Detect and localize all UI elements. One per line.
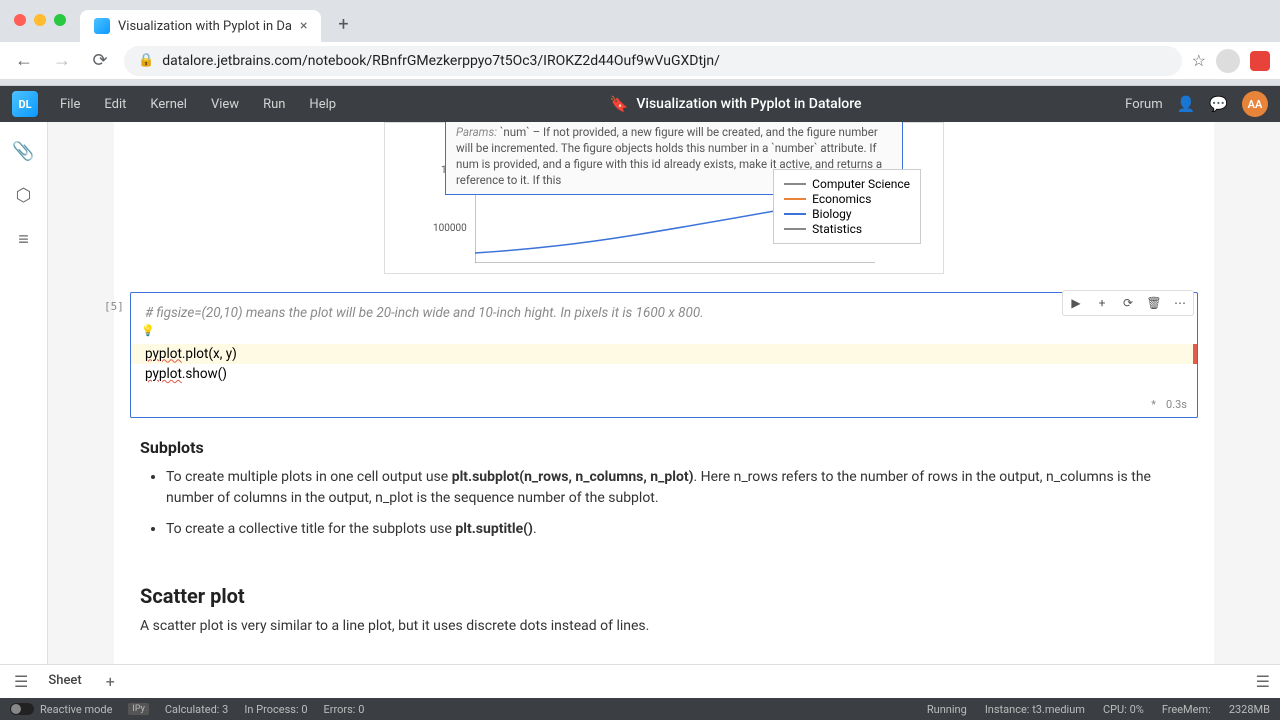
- tab-close-icon[interactable]: ×: [300, 18, 307, 34]
- main-area: 📎 ⬡ ≡ Params: `num` – If not provided, a…: [0, 122, 1280, 664]
- code-cell[interactable]: [5] ▶ + ⟳ 🗑 ⋯ # figsize=(20,10) means th…: [130, 292, 1198, 418]
- sheet-bar: ☰ Sheet + ☰: [0, 664, 1280, 698]
- code-line: [145, 323, 1183, 343]
- status-mem: 2328MB: [1229, 703, 1270, 716]
- status-freemem: FreeMem:: [1162, 703, 1211, 716]
- code-editor[interactable]: # figsize=(20,10) means the plot will be…: [131, 293, 1197, 394]
- y-tick: 100000: [433, 223, 467, 234]
- md-heading: Subplots: [140, 438, 1188, 457]
- kernel-badge: IPy: [128, 703, 148, 715]
- url-input[interactable]: 🔒 datalore.jetbrains.com/notebook/RBnfrG…: [124, 46, 1182, 76]
- status-inprocess: In Process: 0: [244, 703, 307, 716]
- refresh-cell-icon[interactable]: ⟳: [1117, 293, 1139, 313]
- browser-tab[interactable]: Visualization with Pyplot in Da ×: [80, 10, 321, 42]
- legend-item: Economics: [784, 192, 910, 206]
- attachments-icon[interactable]: 📎: [13, 140, 35, 162]
- comment-icon[interactable]: 💬: [1209, 95, 1228, 113]
- menu-run[interactable]: Run: [253, 93, 295, 116]
- code-line: # figsize=(20,10) means the plot will be…: [145, 303, 1183, 323]
- run-cell-icon[interactable]: ▶: [1065, 293, 1087, 313]
- lock-icon: 🔒: [138, 53, 154, 68]
- markdown-cell[interactable]: Subplots To create multiple plots in one…: [114, 418, 1214, 556]
- url-bar-row: ← → ⟳ 🔒 datalore.jetbrains.com/notebook/…: [0, 42, 1280, 80]
- forward-button[interactable]: →: [48, 47, 76, 75]
- user-avatar[interactable]: AA: [1242, 91, 1268, 117]
- status-cpu: CPU: 0%: [1103, 703, 1144, 716]
- menu-file[interactable]: File: [50, 93, 90, 116]
- chart-output: Params: `num` – If not provided, a new f…: [114, 122, 1214, 284]
- sheet-tab[interactable]: Sheet: [36, 667, 93, 696]
- status-errors: Errors: 0: [324, 703, 365, 716]
- menu-view[interactable]: View: [201, 93, 249, 116]
- tab-favicon: [94, 18, 110, 34]
- add-cell-icon[interactable]: +: [1091, 293, 1113, 313]
- bookmark-icon[interactable]: 🔖: [610, 95, 629, 113]
- cell-exec-time: 0.3s: [1166, 398, 1187, 411]
- cell-prompt: [5]: [104, 300, 124, 313]
- md-bullet: To create a collective title for the sub…: [166, 519, 1188, 540]
- package-icon[interactable]: ⬡: [13, 184, 35, 206]
- app-title: 🔖 Visualization with Pyplot in Datalore: [350, 95, 1121, 113]
- reactive-label: Reactive mode: [40, 703, 112, 716]
- app-logo[interactable]: DL: [12, 91, 38, 117]
- legend-item: Biology: [784, 207, 910, 221]
- cell-dirty-indicator: *: [1151, 398, 1156, 411]
- doc-param-label: Params:: [456, 125, 497, 139]
- menu-kernel[interactable]: Kernel: [140, 93, 197, 116]
- app-header: DL File Edit Kernel View Run Help 🔖 Visu…: [0, 86, 1280, 122]
- menu-help[interactable]: Help: [299, 93, 346, 116]
- status-bar: Reactive mode IPy Calculated: 3 In Proce…: [0, 698, 1280, 720]
- chart-legend: Computer Science Economics Biology Stati…: [773, 169, 921, 244]
- markdown-cell[interactable]: Scatter plot A scatter plot is very simi…: [114, 556, 1214, 640]
- extension-icon[interactable]: [1250, 51, 1270, 71]
- sheet-menu-icon[interactable]: ☰: [10, 668, 32, 695]
- more-cell-icon[interactable]: ⋯: [1169, 293, 1191, 313]
- browser-chrome: Visualization with Pyplot in Da × + ← → …: [0, 0, 1280, 86]
- menu-edit[interactable]: Edit: [94, 93, 136, 116]
- cell-toolbar: ▶ + ⟳ 🗑 ⋯: [1062, 290, 1194, 316]
- tab-bar: Visualization with Pyplot in Da × +: [0, 6, 1280, 42]
- intention-bulb-icon[interactable]: 💡: [141, 323, 155, 340]
- reload-button[interactable]: ⟳: [86, 47, 114, 75]
- status-running: Running: [927, 703, 967, 716]
- outline-icon[interactable]: ≡: [13, 228, 35, 250]
- notebook-title: Visualization with Pyplot in Datalore: [636, 96, 861, 112]
- reactive-toggle[interactable]: [10, 703, 34, 715]
- cell-status: * 0.3s: [131, 394, 1197, 417]
- back-button[interactable]: ←: [10, 47, 38, 75]
- forum-link[interactable]: Forum: [1125, 97, 1162, 112]
- new-tab-button[interactable]: +: [329, 10, 357, 38]
- code-line-active: pyplot.plot(x, y): [131, 344, 1197, 364]
- sheet-view-icon[interactable]: ☰: [1256, 672, 1270, 691]
- status-instance: Instance: t3.medium: [985, 703, 1085, 716]
- notebook-content[interactable]: Params: `num` – If not provided, a new f…: [48, 122, 1280, 664]
- share-icon[interactable]: 👤: [1177, 95, 1196, 113]
- url-text: datalore.jetbrains.com/notebook/RBnfrGMe…: [162, 53, 720, 69]
- md-paragraph: A scatter plot is very similar to a line…: [140, 618, 1188, 634]
- tab-title: Visualization with Pyplot in Da: [118, 19, 292, 34]
- legend-item: Statistics: [784, 222, 910, 236]
- legend-item: Computer Science: [784, 177, 910, 191]
- md-heading: Scatter plot: [140, 584, 1188, 608]
- left-rail: 📎 ⬡ ≡: [0, 122, 48, 664]
- bookmark-star-icon[interactable]: ☆: [1192, 51, 1206, 70]
- status-calculated: Calculated: 3: [165, 703, 229, 716]
- delete-cell-icon[interactable]: 🗑: [1143, 293, 1165, 313]
- add-sheet-icon[interactable]: +: [98, 668, 123, 695]
- md-bullet: To create multiple plots in one cell out…: [166, 467, 1188, 509]
- profile-avatar[interactable]: [1216, 49, 1240, 73]
- code-line: pyplot.show(): [145, 364, 1183, 384]
